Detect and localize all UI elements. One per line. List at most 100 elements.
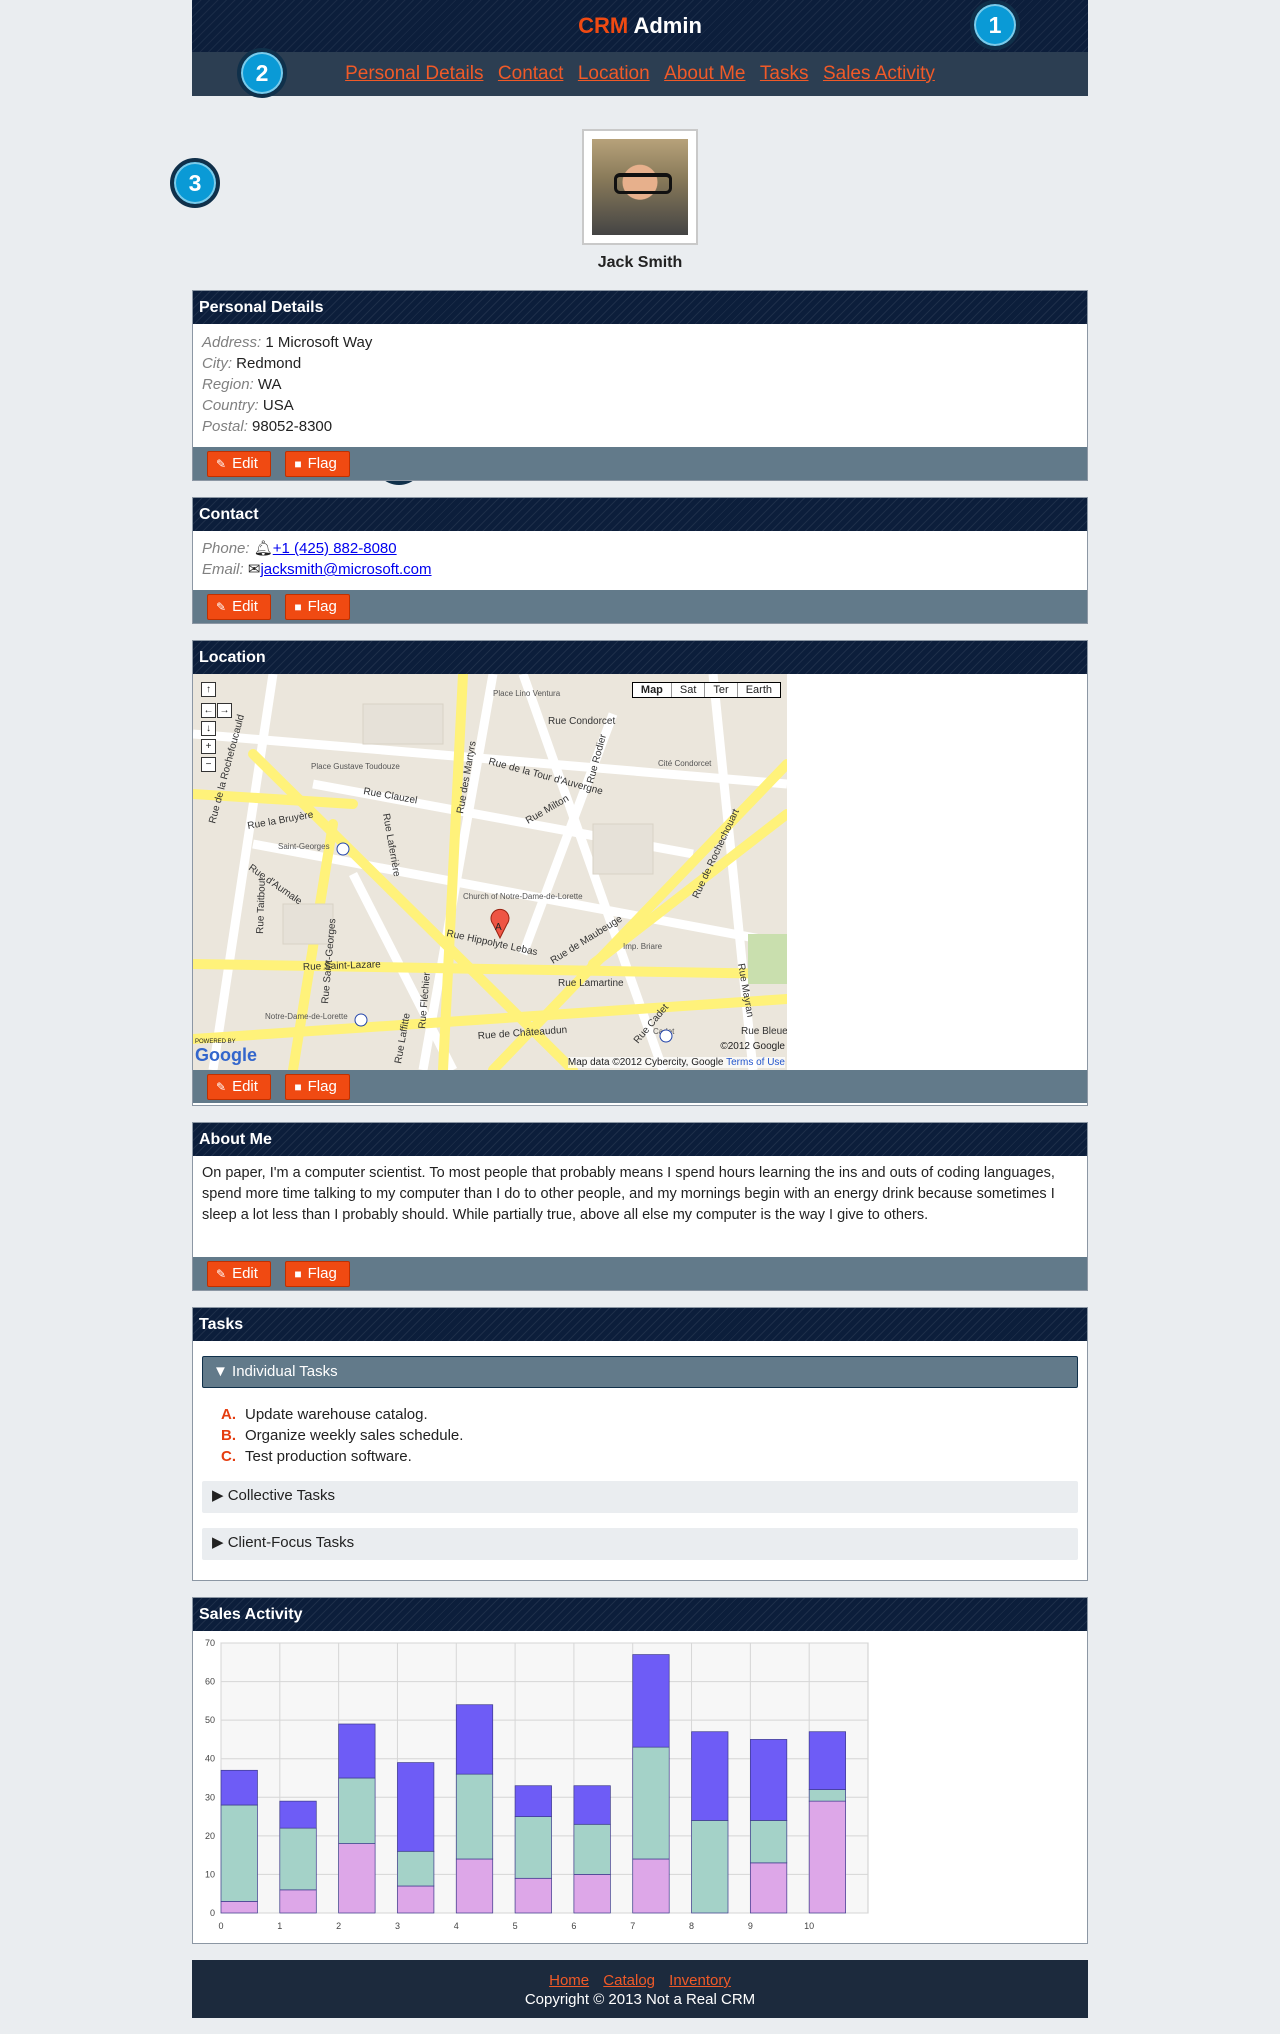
pan-right-icon[interactable]: →: [217, 703, 232, 718]
bar-segment-series-3: [573, 1785, 611, 1825]
region-row: Region: WA: [202, 374, 1078, 395]
footer-links: Home Catalog Inventory: [192, 1971, 1088, 1990]
address-row: Address: 1 Microsoft Way: [202, 332, 1078, 353]
edit-label: Edit: [232, 455, 258, 472]
y-tick-label: 60: [205, 1677, 215, 1687]
accordion-individual-tasks[interactable]: ▼ Individual Tasks: [202, 1356, 1078, 1388]
phone-row: Phone: 🔔︎+1 (425) 882-8080: [202, 538, 1078, 559]
nav-tasks[interactable]: Tasks: [760, 63, 809, 84]
list-marker: A.: [221, 1406, 236, 1423]
postal-label: Postal:: [202, 418, 248, 435]
x-tick-label: 2: [336, 1921, 341, 1931]
google-logo: POWERED BY Google: [195, 1039, 257, 1066]
avatar: [592, 139, 688, 235]
x-tick-label: 5: [513, 1921, 518, 1931]
x-tick-label: 4: [454, 1921, 459, 1931]
pan-left-icon[interactable]: ←: [201, 703, 216, 718]
envelope-icon: ✉: [247, 561, 261, 578]
bar-segment-series-3: [220, 1769, 258, 1806]
nav-contact[interactable]: Contact: [498, 63, 563, 84]
individual-task-list: A. Update warehouse catalog. B. Organize w…: [193, 1388, 1087, 1477]
bar-segment-series-3: [279, 1800, 317, 1829]
task-text: Test production software.: [245, 1448, 412, 1465]
panel-actions: ✎ Edit ■ Flag: [193, 590, 1087, 623]
contact-panel: Contact Phone: 🔔︎+1 (425) 882-8080 Email…: [192, 497, 1088, 624]
accordion-client-focus-tasks[interactable]: ▶ Client-Focus Tasks: [202, 1528, 1078, 1560]
pencil-icon: ✎: [216, 1080, 227, 1094]
map-type-sat[interactable]: Sat: [670, 683, 705, 697]
pan-down-icon[interactable]: ↓: [201, 721, 216, 736]
phone-link[interactable]: +1 (425) 882-8080: [273, 540, 397, 557]
bar-segment-series-2: [397, 1850, 435, 1887]
panel-title: About Me: [193, 1123, 1087, 1156]
footer-link-home[interactable]: Home: [549, 1972, 589, 1989]
zoom-out-icon[interactable]: −: [201, 757, 216, 772]
accordion-label: Individual Tasks: [232, 1363, 338, 1380]
x-tick-label: 6: [571, 1921, 576, 1931]
accordion-collective-tasks[interactable]: ▶ Collective Tasks: [202, 1481, 1078, 1513]
flag-label: Flag: [307, 1078, 337, 1095]
profile-name: Jack Smith: [597, 254, 683, 271]
map[interactable]: Rue Condorcet Rue de la Tour d'Auvergne …: [193, 674, 787, 1070]
address-value: 1 Microsoft Way: [265, 334, 373, 351]
footer-link-inventory[interactable]: Inventory: [669, 1972, 731, 1989]
place-label: Notre-Dame-de-Lorette: [265, 1012, 348, 1021]
bar-segment-series-1: [455, 1858, 494, 1914]
nav-sales-activity[interactable]: Sales Activity: [823, 63, 935, 84]
bookmark-icon: ■: [294, 1267, 302, 1281]
bar-segment-series-2: [573, 1823, 611, 1875]
flag-label: Flag: [307, 598, 337, 615]
map-type-earth[interactable]: Earth: [736, 683, 780, 697]
country-label: Country:: [202, 397, 259, 414]
footer-copyright: Copyright © 2013 Not a Real CRM: [524, 1991, 756, 2008]
map-data-text: Map data ©2012 Cybercity, Google: [567, 1057, 724, 1068]
triangle-right-icon: ▶: [212, 1487, 224, 1504]
task-text: Update warehouse catalog.: [245, 1406, 428, 1423]
bar-segment-series-2: [338, 1777, 376, 1844]
contact-body: Phone: 🔔︎+1 (425) 882-8080 Email: ✉jacks…: [193, 531, 1087, 590]
edit-button[interactable]: ✎ Edit: [207, 451, 271, 477]
task-text: Organize weekly sales schedule.: [245, 1427, 464, 1444]
personal-details-panel: Personal Details Address: 1 Microsoft Wa…: [192, 290, 1088, 481]
bar-segment-series-1: [279, 1889, 317, 1914]
street-label: Rue Lamartine: [558, 978, 624, 989]
map-type-map[interactable]: Map: [633, 683, 671, 697]
email-link[interactable]: jacksmith@microsoft.com: [260, 561, 431, 578]
postal-value: 98052-8300: [252, 418, 333, 435]
panel-title: Location: [193, 641, 1087, 674]
y-tick-label: 40: [205, 1754, 215, 1764]
region-label: Region:: [202, 376, 254, 393]
edit-label: Edit: [232, 1078, 258, 1095]
nav-about-me[interactable]: About Me: [664, 63, 745, 84]
map-marker-label: A: [495, 922, 502, 933]
phone-label: Phone:: [202, 540, 250, 557]
map-type-ter[interactable]: Ter: [704, 683, 736, 697]
edit-button[interactable]: ✎ Edit: [207, 1261, 271, 1287]
flag-button[interactable]: ■ Flag: [285, 1074, 350, 1100]
bookmark-icon: ■: [294, 457, 302, 471]
about-me-panel: About Me On paper, I'm a computer scient…: [192, 1122, 1088, 1291]
list-item: C. Test production software.: [221, 1446, 1087, 1467]
terms-link[interactable]: Terms of Use: [726, 1057, 785, 1068]
panel-title: Sales Activity: [193, 1598, 1087, 1631]
bar-segment-series-2: [455, 1773, 494, 1860]
sales-chart: 0 10 20 30 40 50 60 70 0 1 2 3 4 5 6 7 8 9 10: [193, 1631, 893, 1941]
nav-location[interactable]: Location: [578, 63, 650, 84]
flag-button[interactable]: ■ Flag: [285, 594, 350, 620]
bar-segment-series-3: [514, 1785, 552, 1817]
edit-button[interactable]: ✎ Edit: [207, 594, 271, 620]
pan-up-icon[interactable]: ↑: [201, 682, 216, 697]
accordion-label: Client-Focus Tasks: [227, 1534, 355, 1551]
flag-label: Flag: [307, 455, 337, 472]
flag-button[interactable]: ■ Flag: [285, 451, 350, 477]
flag-button[interactable]: ■ Flag: [285, 1261, 350, 1287]
zoom-in-icon[interactable]: +: [201, 739, 216, 754]
panel-actions: ✎ Edit ■ Flag: [193, 447, 1087, 480]
bar-segment-series-1: [514, 1877, 552, 1914]
nav-personal-details[interactable]: Personal Details: [345, 63, 483, 84]
footer-link-catalog[interactable]: Catalog: [603, 1972, 655, 1989]
edit-button[interactable]: ✎ Edit: [207, 1074, 271, 1100]
list-item: B. Organize weekly sales schedule.: [221, 1425, 1087, 1446]
place-label: Place Gustave Toudouze: [311, 762, 400, 771]
y-tick-label: 30: [205, 1792, 215, 1802]
